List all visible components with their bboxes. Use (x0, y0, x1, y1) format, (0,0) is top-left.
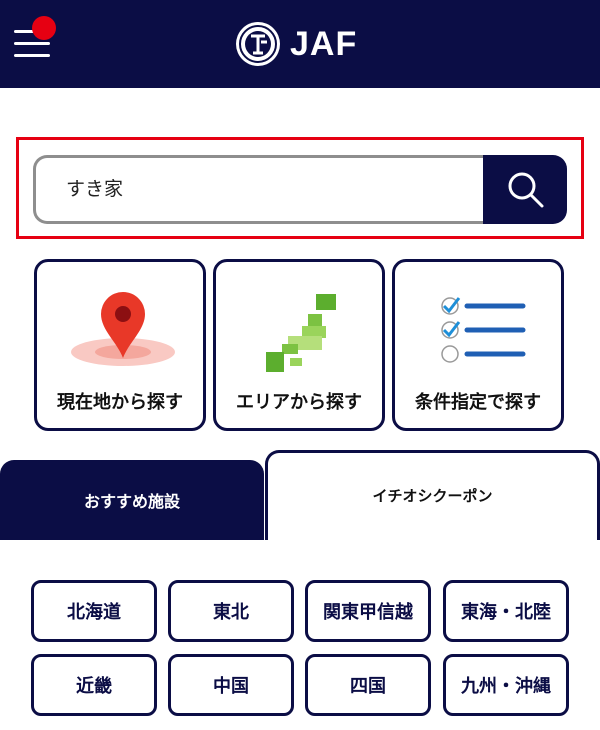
category-label: 現在地から探す (57, 392, 183, 413)
region-button-hokkaido[interactable]: 北海道 (31, 580, 157, 642)
checklist-icon (441, 297, 526, 363)
region-button-chugoku[interactable]: 中国 (168, 654, 294, 716)
jaf-logo[interactable]: JAF (234, 18, 357, 70)
region-button-shikoku[interactable]: 四国 (305, 654, 431, 716)
category-label: 条件指定で探す (415, 392, 541, 413)
region-button-kinki[interactable]: 近畿 (31, 654, 157, 716)
search-input[interactable] (66, 176, 466, 198)
japan-map-icon (266, 294, 336, 372)
search-button[interactable] (483, 155, 567, 224)
region-button-tohoku[interactable]: 東北 (168, 580, 294, 642)
region-button-tokai-hokuriku[interactable]: 東海・北陸 (443, 580, 569, 642)
tab-recommended-facilities[interactable]: おすすめ施設 (0, 460, 264, 540)
search-field[interactable] (33, 155, 483, 224)
search-by-conditions-button[interactable]: 条件指定で探す (392, 259, 564, 431)
search-by-location-button[interactable]: 現在地から探す (34, 259, 206, 431)
map-pin-icon (71, 292, 175, 366)
jaf-emblem-icon (236, 22, 280, 66)
tab-label: イチオシクーポン (372, 487, 493, 505)
search-icon (508, 172, 544, 208)
tab-featured-coupons[interactable]: イチオシクーポン (265, 450, 600, 540)
notification-dot (32, 16, 56, 40)
app-header: JAF (0, 0, 600, 88)
search-by-area-button[interactable]: エリアから探す (213, 259, 385, 431)
logo-text: JAF (290, 24, 358, 63)
category-label: エリアから探す (236, 392, 362, 413)
region-button-kyushu-okinawa[interactable]: 九州・沖縄 (443, 654, 569, 716)
region-button-kanto-koshinetsu[interactable]: 関東甲信越 (305, 580, 431, 642)
tab-label: おすすめ施設 (83, 492, 180, 511)
